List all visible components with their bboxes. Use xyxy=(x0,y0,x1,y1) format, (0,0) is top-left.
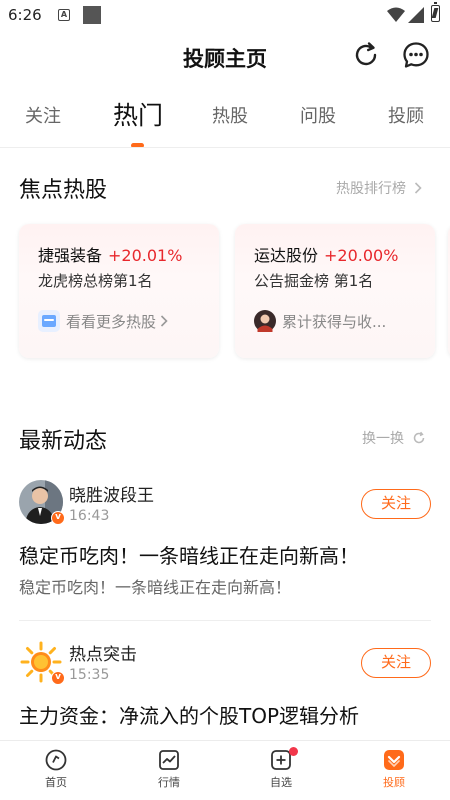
message-button[interactable] xyxy=(401,40,431,70)
nav-market[interactable]: 行情 xyxy=(139,749,199,790)
page-title: 投顾主页 xyxy=(183,47,267,71)
stock-change: +20.00% xyxy=(324,246,399,265)
nav-label: 首页 xyxy=(45,776,67,789)
nav-advisor[interactable]: 投顾 xyxy=(364,749,424,790)
hot-stock-card[interactable]: 捷强装备 +20.01% 龙虎榜总榜第1名 看看更多热股 xyxy=(19,224,219,358)
verified-badge-icon: v xyxy=(51,511,65,525)
tab-following[interactable]: 关注 xyxy=(25,102,61,128)
avatar[interactable]: v xyxy=(19,480,65,525)
post-time: 16:43 xyxy=(69,508,110,524)
hot-stock-card[interactable]: 运达股份 +20.00% 公告掘金榜 第1名 累计获得与收... xyxy=(235,224,435,358)
stock-change: +20.01% xyxy=(108,246,183,265)
nav-label: 自选 xyxy=(270,776,292,789)
nav-watchlist[interactable]: 自选 xyxy=(251,747,311,790)
app-header: 投顾主页 xyxy=(0,32,450,82)
nav-label: 投顾 xyxy=(383,776,405,789)
stock-name: 运达股份 xyxy=(254,246,319,265)
stock-rank: 公告掘金榜 第1名 xyxy=(254,272,374,290)
hot-stocks-list-icon xyxy=(38,310,60,332)
card-stock-line: 运达股份 +20.00% xyxy=(254,242,398,266)
card-footer-label: 看看更多热股 xyxy=(66,312,157,331)
a-notification-icon: A xyxy=(58,9,70,21)
post-time: 15:35 xyxy=(69,667,110,683)
status-time: 6:26 xyxy=(8,6,42,24)
hot-stocks-title: 焦点热股 xyxy=(19,172,107,206)
latest-feed-title: 最新动态 xyxy=(19,423,107,457)
signal-icon xyxy=(408,7,424,23)
battery-icon xyxy=(431,2,440,22)
message-icon xyxy=(403,42,429,68)
refresh-small-icon xyxy=(414,431,425,444)
tab-hot-stocks[interactable]: 热股 xyxy=(212,102,248,128)
chevron-right-icon xyxy=(160,315,168,327)
post-author[interactable]: 晓胜波段王 xyxy=(69,481,154,506)
post-subtitle: 稳定币吃肉！一条暗线正在走向新高！ xyxy=(19,578,292,597)
tab-bar: 关注 热门 热股 问股 投顾 xyxy=(0,92,450,148)
more-hot-stocks-link[interactable]: 看看更多热股 xyxy=(38,309,168,333)
tab-ask-stock[interactable]: 问股 xyxy=(300,102,336,128)
advisor-icon xyxy=(384,750,404,770)
post-title[interactable]: 稳定币吃肉！一条暗线正在走向新高！ xyxy=(19,540,359,569)
follow-button[interactable]: 关注 xyxy=(361,489,431,519)
ranking-link-label: 热股排行榜 xyxy=(336,181,406,197)
wifi-icon xyxy=(387,7,405,22)
verified-badge-icon: v xyxy=(51,671,65,685)
shuffle-button[interactable]: 换一换 xyxy=(362,428,426,448)
follow-button[interactable]: 关注 xyxy=(361,648,431,678)
post-divider xyxy=(19,620,431,621)
card-footer[interactable]: 累计获得与收... xyxy=(254,309,386,333)
tab-popular[interactable]: 热门 xyxy=(113,96,163,132)
hot-stocks-ranking-link[interactable]: 热股排行榜 xyxy=(336,178,423,198)
stock-rank: 龙虎榜总榜第1名 xyxy=(38,272,153,290)
user-avatar-icon xyxy=(254,310,276,332)
bottom-nav: 首页 行情 自选 投顾 xyxy=(0,740,450,800)
nav-home[interactable]: 首页 xyxy=(26,749,86,790)
avatar[interactable]: v xyxy=(19,640,65,685)
notification-square-icon xyxy=(83,6,101,24)
tab-divider xyxy=(0,147,450,148)
card-footer-label: 累计获得与收... xyxy=(282,312,387,331)
chevron-right-icon xyxy=(415,182,423,194)
screen: 6:26 A 投顾主页 关注 热门 热股 问股 投顾 焦点热股 热股排行榜 捷强… xyxy=(0,0,450,800)
post-author[interactable]: 热点突击 xyxy=(69,640,137,665)
card-stock-line: 捷强装备 +20.01% xyxy=(38,242,182,266)
status-bar: 6:26 A xyxy=(0,0,450,32)
market-chart-icon xyxy=(159,750,179,770)
shuffle-label: 换一换 xyxy=(362,431,404,447)
notification-dot xyxy=(289,747,298,756)
home-icon xyxy=(45,749,67,771)
tab-advisor[interactable]: 投顾 xyxy=(388,102,424,128)
refresh-icon xyxy=(355,42,377,66)
refresh-button[interactable] xyxy=(351,40,381,70)
stock-name: 捷强装备 xyxy=(38,246,103,265)
nav-label: 行情 xyxy=(158,776,180,789)
post-title[interactable]: 主力资金：净流入的个股TOP逻辑分析 xyxy=(19,700,359,729)
